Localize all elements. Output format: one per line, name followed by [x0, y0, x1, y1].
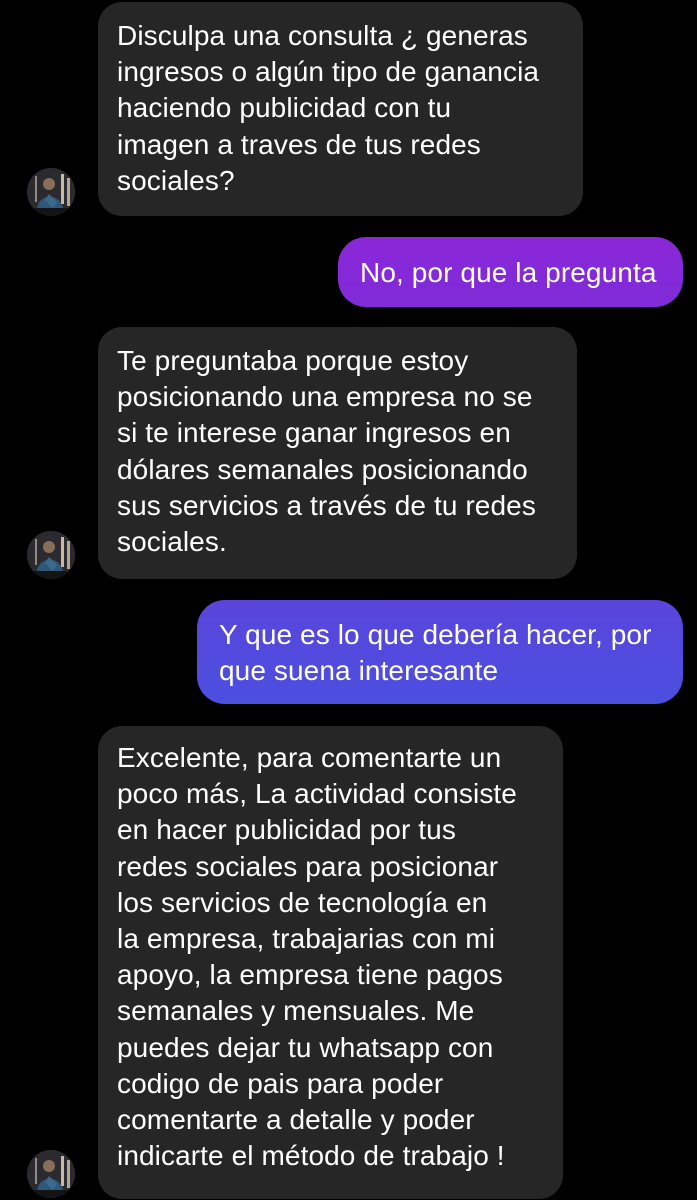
person-icon	[27, 168, 75, 216]
sender-avatar-icon[interactable]	[27, 168, 75, 216]
incoming-message-bubble[interactable]: Te preguntaba porque estoy posicionando …	[98, 327, 577, 579]
sender-avatar-icon[interactable]	[27, 531, 75, 579]
sender-avatar-icon[interactable]	[27, 1150, 75, 1198]
person-icon	[27, 1150, 75, 1198]
incoming-message-bubble[interactable]: Excelente, para comentarte un poco más, …	[98, 726, 563, 1199]
incoming-message-bubble[interactable]: Disculpa una consulta ¿ generas ingresos…	[98, 2, 583, 216]
outgoing-message-bubble[interactable]: Y que es lo que debería hacer, por que s…	[197, 600, 683, 704]
outgoing-message-bubble[interactable]: No, por que la pregunta	[338, 237, 683, 307]
person-icon	[27, 531, 75, 579]
